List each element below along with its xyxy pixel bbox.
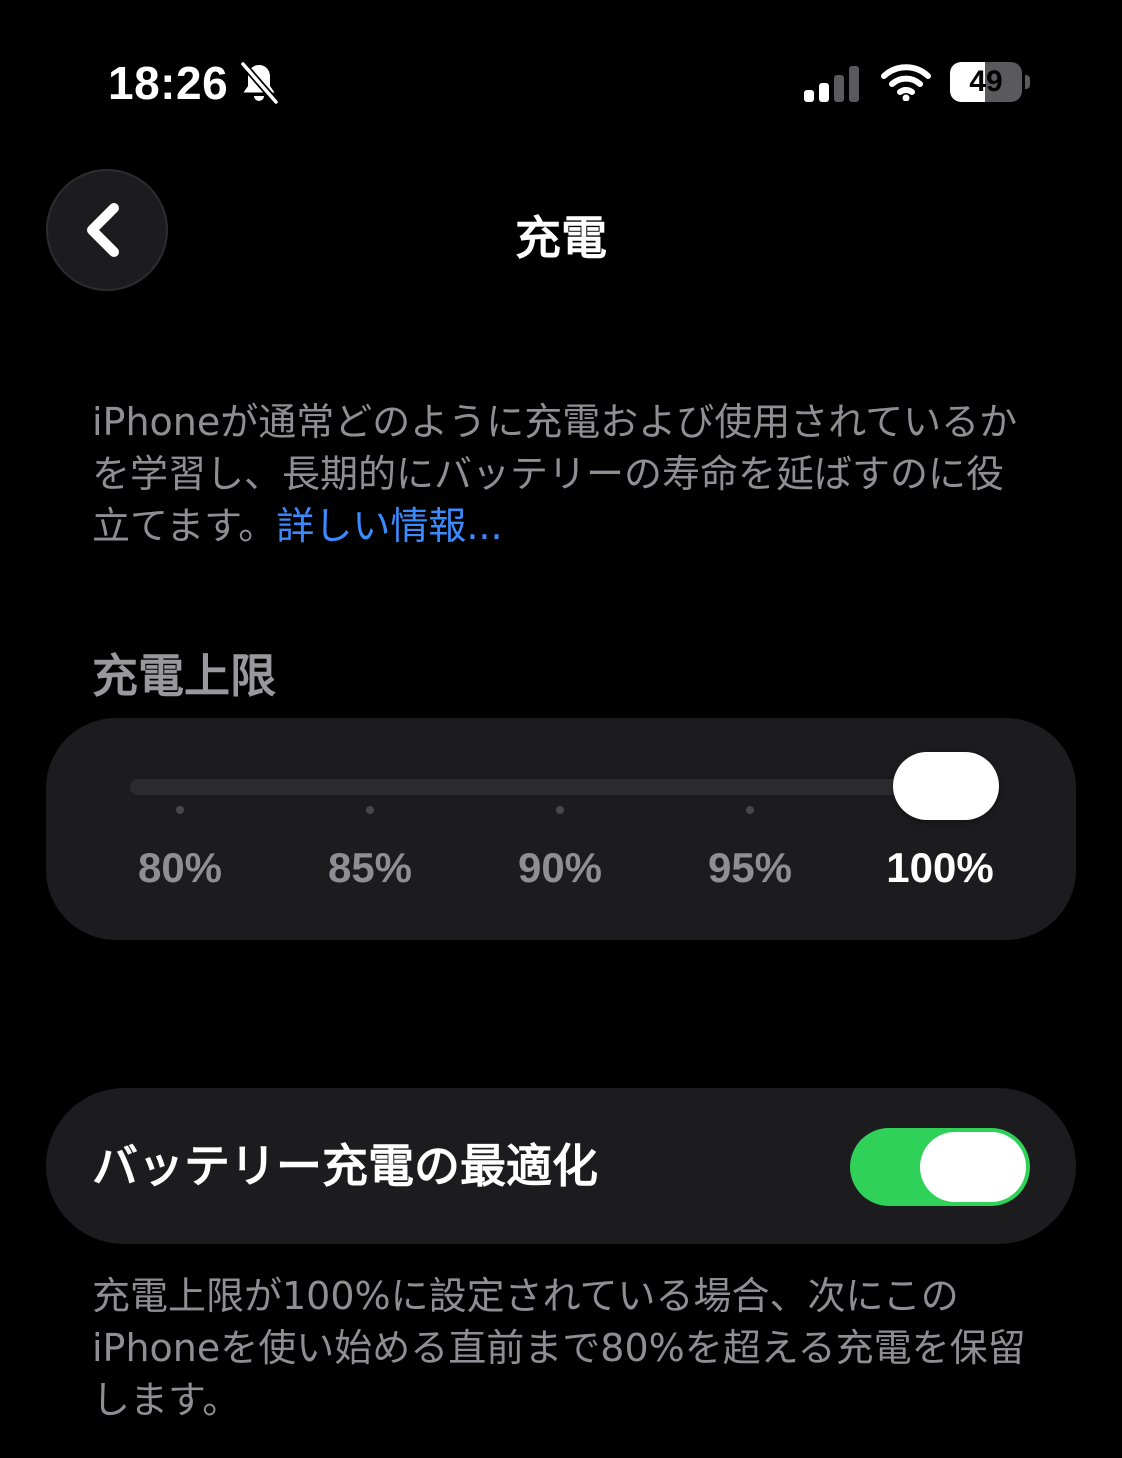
charge-limit-slider-track[interactable] [130, 779, 992, 795]
optimized-charging-label: バッテリー充電の最適化 [92, 1139, 598, 1193]
battery-level: 49 [969, 65, 1003, 98]
optimized-charging-toggle[interactable] [850, 1128, 1030, 1206]
charge-limit-option[interactable]: 80% [100, 844, 260, 892]
description: iPhoneが通常どのように充電および使用されているかを学習し、長期的にバッテリ… [92, 396, 1032, 552]
cellular-signal-icon [804, 66, 859, 102]
charge-limit-slider-thumb[interactable] [893, 752, 999, 820]
charge-limit-option[interactable]: 100% [860, 844, 1020, 892]
optimized-charging-row: バッテリー充電の最適化 [46, 1088, 1076, 1244]
charge-limit-slider-fill [130, 779, 946, 795]
charge-limit-heading: 充電上限 [92, 649, 276, 703]
battery-body: 49 [950, 62, 1022, 102]
bell-slash-icon [239, 61, 280, 105]
charge-limit-tick-dot [746, 806, 754, 814]
description-text: iPhoneが通常どのように充電および使用されているかを学習し、長期的にバッテリ… [92, 400, 1018, 548]
charge-limit-option[interactable]: 95% [670, 844, 830, 892]
wifi-icon [881, 64, 931, 101]
toggle-knob [920, 1132, 1026, 1202]
optimized-charging-footnote: 充電上限が100%に設定されている場合、次にこのiPhoneを使い始める直前まで… [92, 1274, 1026, 1422]
status-time: 18:26 [108, 57, 229, 109]
charge-limit-tick-dot [556, 806, 564, 814]
charge-limit-tick-dot [366, 806, 374, 814]
status-bar: 18:26 49 [0, 0, 1122, 160]
battery-icon: 49 [950, 62, 1032, 102]
learn-more-link[interactable]: 詳しい情報... [276, 504, 502, 548]
page-title: 充電 [515, 211, 607, 265]
charge-limit-option[interactable]: 90% [480, 844, 640, 892]
battery-tip [1025, 75, 1030, 89]
charge-limit-option[interactable]: 85% [290, 844, 450, 892]
charge-limit-tick-dot [176, 806, 184, 814]
charge-limit-card: 80% 85% 90% 95% 100% [46, 718, 1076, 940]
status-time-group: 18:26 [108, 56, 280, 110]
